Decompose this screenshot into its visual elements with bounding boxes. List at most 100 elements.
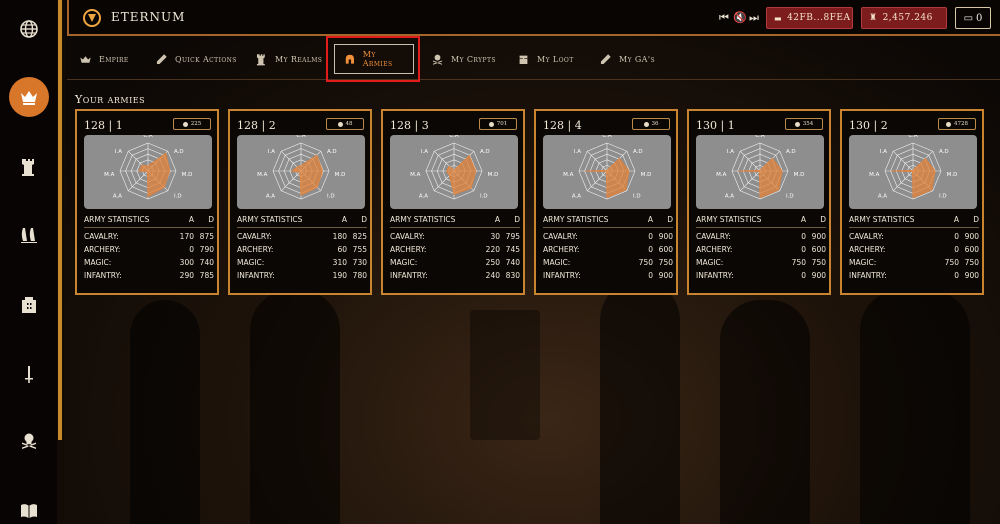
tab-label: Quick Actions [175,54,237,64]
sidebar-item-realms[interactable] [0,142,57,192]
army-statistics: ARMY STATISTICS A D CAVALRY: 30 795 ARCHERY: 22… [390,215,520,280]
army-card[interactable]: 128 | 248C.AA.DM.DI.DC.DA.AM.AI.AARMY ST… [228,109,372,295]
army-statistics: ARMY STATISTICS A D CAVALRY: 0 900 ARCHERY: 0 60… [849,215,979,280]
radar-label: M.D [488,172,499,178]
army-size-value: 701 [496,121,508,127]
top-bar: ETERNUM ⏮ 🔇 ⏭ ▬ 42FB...8FEA ♜ 2,457.246 … [67,0,1000,36]
army-radar-chart: C.AA.DM.DI.DC.DA.AM.AI.A [237,133,365,215]
sidebar-item-buildings[interactable] [0,280,57,330]
army-statistics: ARMY STATISTICS A D CAVALRY: 170 875 ARCHERY: 0… [84,215,214,280]
army-name: 128 | 1 [84,119,123,132]
connected-wallets-button[interactable]: ▭ 0 [955,7,991,29]
stats-title: ARMY STATISTICS [84,215,150,224]
wallet-address: 42FB...8FEA [787,13,851,23]
army-card[interactable]: 130 | 24728C.AA.DM.DI.DC.DA.AM.AI.AARMY … [840,109,984,295]
radar-label: M.D [335,172,346,178]
radar-label: A.D [480,149,490,155]
stat-label: INFANTRY: [237,271,275,280]
wallet-address-button[interactable]: ▬ 42FB...8FEA [766,7,853,29]
stat-label: MAGIC: [696,258,724,267]
radar-label: I.D [786,194,794,200]
army-card[interactable]: 130 | 1354C.AA.DM.DI.DC.DA.AM.AI.AARMY S… [687,109,831,295]
army-size-badge: 225 [173,118,211,130]
sidebar-item-combat[interactable] [0,350,57,400]
next-track-icon[interactable]: ⏭ [749,11,759,25]
stat-label: MAGIC: [390,258,418,267]
sidebar-item-lore[interactable] [0,486,57,524]
building-icon [21,297,36,313]
army-card[interactable]: 128 | 3701C.AA.DM.DI.DC.DA.AM.AI.AARMY S… [381,109,525,295]
tab-label: My Realms [275,54,323,64]
radar-label: M.A [104,172,114,178]
army-card[interactable]: 128 | 1225C.AA.DM.DI.DC.DA.AM.AI.AARMY S… [75,109,219,295]
sidebar-item-crypts[interactable] [0,416,57,466]
stats-row: ARCHERY: 0 600 [849,245,979,254]
stat-attack-value: 0 [954,271,959,280]
eternum-logo-icon [83,9,101,27]
radar-label: C.A [755,135,765,139]
tab-quick-actions[interactable]: Quick Actions [155,44,237,74]
tab-my-realms[interactable]: My Realms [255,44,322,74]
attack-header: A [647,215,653,224]
sidebar-item-world[interactable] [0,4,57,54]
radar-label: A.D [174,149,184,155]
stat-defense-value: 900 [964,271,979,280]
stat-label: INFANTRY: [849,271,887,280]
attack-header: A [953,215,959,224]
stat-attack-value: 750 [638,258,653,267]
stat-label: INFANTRY: [696,271,734,280]
fleet-icon [20,228,37,243]
stat-attack-value: 170 [179,232,194,241]
tab-label: My Loot [537,54,574,64]
stat-label: INFANTRY: [84,271,122,280]
stat-label: MAGIC: [84,258,112,267]
stat-attack-value: 300 [179,258,194,267]
previous-track-icon[interactable]: ⏮ [719,11,729,25]
stats-row: INFANTRY: 190 780 [237,271,367,280]
section-title: Your armies [75,93,146,106]
network-flag-icon: ▬ [774,13,783,23]
stats-row: INFANTRY: 0 900 [849,271,979,280]
radar-label: I.A [880,149,887,155]
stat-defense-value: 900 [658,232,673,241]
balance-button[interactable]: ♜ 2,457.246 [861,7,947,29]
sidebar-item-empire[interactable] [0,72,57,122]
radar-label: A.D [327,149,337,155]
army-card[interactable]: 128 | 436C.AA.DM.DI.DC.DA.AM.AI.AARMY ST… [534,109,678,295]
stat-attack-value: 0 [954,245,959,254]
attack-header: A [800,215,806,224]
army-name: 130 | 1 [696,119,735,132]
stats-row: INFANTRY: 290 785 [84,271,214,280]
stats-row: ARCHERY: 0 600 [696,245,826,254]
stats-header: ARMY STATISTICS A D [543,215,673,228]
stat-defense-value: 900 [811,271,826,280]
background-figure [720,300,810,524]
stats-title: ARMY STATISTICS [849,215,915,224]
troops-icon [794,121,800,127]
sidebar-item-fleet[interactable] [0,210,57,260]
tab-my-gas[interactable]: My GA's [599,44,655,74]
attack-header: A [494,215,500,224]
army-name: 128 | 2 [237,119,276,132]
sidebar-scrollbar[interactable] [57,0,65,524]
attack-header: A [188,215,194,224]
stat-attack-value: 0 [189,245,194,254]
stat-attack-value: 250 [485,258,500,267]
defense-header: D [667,215,673,224]
stats-row: CAVALRY: 0 900 [849,232,979,241]
army-size-value: 36 [651,121,659,127]
tab-my-crypts[interactable]: My Crypts [431,44,496,74]
army-statistics: ARMY STATISTICS A D CAVALRY: 0 900 ARCHERY: 0 60… [543,215,673,280]
radar-label: C.A [296,135,306,139]
stat-attack-value: 0 [801,245,806,254]
stat-attack-value: 0 [801,232,806,241]
skull-crossbones-icon [432,54,443,65]
radar-label: I.D [174,194,182,200]
stat-attack-value: 0 [954,232,959,241]
stat-attack-value: 0 [648,271,653,280]
defense-header: D [973,215,979,224]
mute-icon[interactable]: 🔇 [733,11,747,24]
sidebar [0,0,57,524]
tab-empire[interactable]: Empire [79,44,129,74]
tab-my-loot[interactable]: My Loot [517,44,574,74]
